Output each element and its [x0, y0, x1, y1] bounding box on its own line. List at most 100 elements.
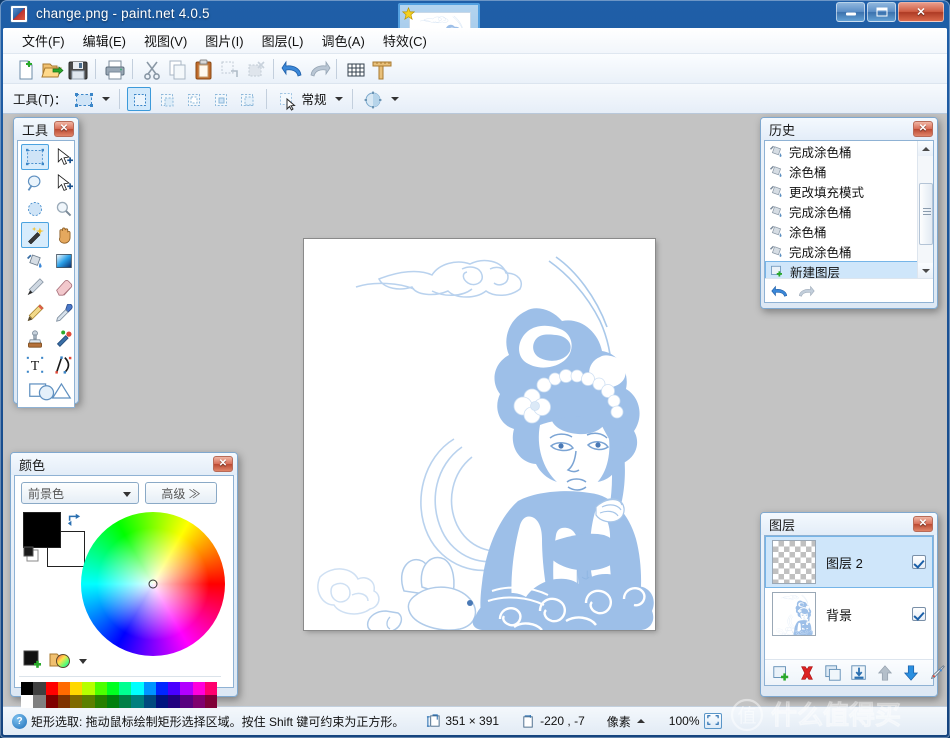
tools-palette-close-button[interactable]: ✕: [54, 121, 74, 137]
palette-swatch[interactable]: [192, 682, 205, 695]
palette-swatch[interactable]: [45, 695, 58, 708]
tool-lasso-select[interactable]: [21, 170, 49, 196]
history-palette-close-button[interactable]: ✕: [913, 121, 933, 137]
history-item[interactable]: 新建图层: [765, 261, 921, 278]
cut-button[interactable]: [139, 57, 163, 81]
history-item[interactable]: 完成涂色桶: [765, 201, 921, 221]
tool-ellipse-select[interactable]: [21, 196, 49, 222]
history-item[interactable]: 更改填充模式: [765, 181, 921, 201]
history-scrollbar[interactable]: [917, 141, 933, 278]
advanced-button[interactable]: 高级 ≫: [145, 482, 217, 504]
tool-paint-bucket[interactable]: [21, 248, 49, 274]
tool-move-selection[interactable]: [50, 170, 78, 196]
tool-move-selected[interactable]: [50, 144, 78, 170]
antialias-dropdown-arrow[interactable]: [387, 88, 401, 110]
add-color-icon[interactable]: [23, 650, 43, 670]
menu-effects[interactable]: 特效(C): [374, 28, 436, 53]
deselect-all-button[interactable]: [243, 57, 267, 81]
palette-swatch[interactable]: [106, 682, 119, 695]
maximize-button[interactable]: [867, 2, 896, 22]
layer-visibility-checkbox[interactable]: [912, 607, 926, 621]
tool-pan[interactable]: [50, 222, 78, 248]
rulers-button[interactable]: [369, 57, 393, 81]
layers-list[interactable]: 图层 2 背景: [765, 536, 933, 659]
open-palette-icon[interactable]: [49, 650, 71, 670]
zoom-group[interactable]: 100%: [669, 713, 722, 729]
image-canvas[interactable]: [304, 239, 655, 630]
tool-text[interactable]: T: [21, 352, 49, 378]
selection-union[interactable]: [154, 87, 178, 111]
palette-swatch[interactable]: [82, 695, 95, 708]
tool-rectangle-select[interactable]: [21, 144, 49, 170]
tool-pencil[interactable]: [21, 300, 49, 326]
history-item[interactable]: 完成涂色桶: [765, 141, 921, 161]
reset-colors-icon[interactable]: [23, 546, 39, 562]
close-button[interactable]: ✕: [898, 2, 944, 22]
tool-eraser[interactable]: [50, 274, 78, 300]
palette-swatch[interactable]: [21, 695, 34, 708]
flood-mode-dropdown-arrow[interactable]: [331, 88, 345, 110]
palette-swatch[interactable]: [155, 695, 168, 708]
layer-visibility-checkbox[interactable]: [912, 555, 926, 569]
palette-swatch[interactable]: [106, 695, 119, 708]
palette-swatch[interactable]: [21, 682, 34, 695]
tool-paintbrush[interactable]: [21, 274, 49, 300]
palette-swatch[interactable]: [131, 695, 144, 708]
tool-clone-stamp[interactable]: [21, 326, 49, 352]
tool-magic-wand[interactable]: [21, 222, 49, 248]
duplicate-layer-button[interactable]: [823, 663, 843, 683]
tool-zoom[interactable]: [50, 196, 78, 222]
minimize-button[interactable]: [836, 2, 865, 22]
colors-palette-close-button[interactable]: ✕: [213, 456, 233, 472]
history-item[interactable]: 涂色桶: [765, 161, 921, 181]
palette-swatch[interactable]: [155, 682, 168, 695]
layers-palette-close-button[interactable]: ✕: [913, 516, 933, 532]
selection-replace[interactable]: [127, 86, 152, 111]
selection-intersect[interactable]: [208, 87, 232, 111]
tool-line-curve[interactable]: [50, 352, 78, 378]
layer-row[interactable]: 图层 2: [765, 536, 933, 588]
antialias-button[interactable]: [360, 87, 384, 111]
palette-swatch[interactable]: [168, 682, 181, 695]
palette-swatch[interactable]: [119, 695, 132, 708]
primary-color-swatch[interactable]: [23, 512, 61, 548]
redo-button[interactable]: [306, 57, 331, 81]
palette-swatch[interactable]: [70, 682, 83, 695]
print-button[interactable]: [102, 57, 126, 81]
palette-swatch[interactable]: [45, 682, 58, 695]
new-button[interactable]: [13, 57, 37, 81]
layer-properties-button[interactable]: [927, 663, 947, 683]
move-layer-up-button[interactable]: [875, 663, 895, 683]
menu-edit[interactable]: 编辑(E): [74, 28, 135, 53]
palette-swatch[interactable]: [180, 682, 193, 695]
undo-arrow-icon[interactable]: [771, 283, 789, 299]
selection-exclude[interactable]: [181, 87, 205, 111]
palette-swatch[interactable]: [204, 695, 217, 708]
tool-recolor[interactable]: [50, 326, 78, 352]
current-tool-button[interactable]: [71, 87, 95, 111]
menu-adjustments[interactable]: 调色(A): [312, 28, 373, 53]
palette-swatch[interactable]: [57, 682, 70, 695]
palette-swatch[interactable]: [204, 682, 217, 695]
scrollbar-thumb[interactable]: [919, 183, 933, 245]
palette-swatch[interactable]: [119, 682, 132, 695]
pixel-grid-button[interactable]: [343, 57, 367, 81]
redo-arrow-icon[interactable]: [797, 283, 815, 299]
units-group[interactable]: 像素: [607, 713, 647, 730]
open-button[interactable]: [39, 57, 64, 81]
undo-button[interactable]: [280, 57, 304, 81]
palette-swatch[interactable]: [192, 695, 205, 708]
selection-xor[interactable]: [235, 87, 259, 111]
palette-swatch[interactable]: [143, 682, 156, 695]
palette-swatch[interactable]: [33, 695, 46, 708]
delete-layer-button[interactable]: [797, 663, 817, 683]
palette-swatch[interactable]: [131, 682, 144, 695]
palette-swatch[interactable]: [70, 695, 83, 708]
tool-color-picker[interactable]: [50, 300, 78, 326]
paste-button[interactable]: [191, 57, 215, 81]
fit-to-window-button[interactable]: [703, 713, 722, 729]
color-mode-select[interactable]: 前景色: [21, 482, 139, 504]
flood-mode-button[interactable]: [274, 87, 298, 111]
palette-swatch[interactable]: [180, 695, 193, 708]
move-layer-down-button[interactable]: [901, 663, 921, 683]
